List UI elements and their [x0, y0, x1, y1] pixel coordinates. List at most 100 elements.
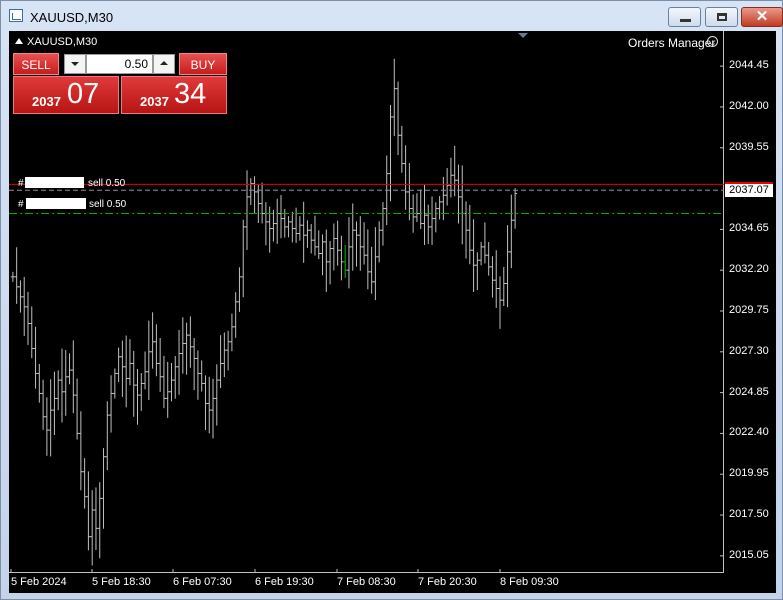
- ohlc-bar: [248, 178, 253, 206]
- ohlc-bar: [456, 164, 461, 224]
- ohlc-bar: [173, 356, 178, 399]
- ohlc-bar: [33, 326, 38, 389]
- ohlc-bar: [188, 316, 193, 368]
- ohlc-bar: [335, 220, 340, 266]
- ohlc-bar: [22, 276, 27, 337]
- ohlc-bar: [52, 371, 57, 436]
- ohlc-bar: [101, 448, 106, 529]
- time-axis-label: 7 Feb 08:30: [337, 576, 396, 588]
- ohlc-bar: [203, 375, 208, 431]
- ohlc-bar: [263, 202, 268, 246]
- smiley-icon: [707, 36, 718, 47]
- window-title: XAUUSD,M30: [30, 10, 114, 25]
- time-axis-label: 6 Feb 19:30: [255, 576, 314, 588]
- triangle-up-icon: [15, 38, 23, 44]
- price-axis-label: 2044.45: [729, 59, 769, 72]
- ohlc-bar: [430, 196, 435, 245]
- ohlc-bar: [388, 104, 393, 202]
- ohlc-bar: [312, 215, 317, 256]
- sell-button[interactable]: SELL: [13, 53, 59, 75]
- ohlc-bar: [509, 194, 514, 269]
- buy-button[interactable]: BUY: [179, 53, 227, 75]
- ohlc-bar: [116, 347, 121, 383]
- ohlc-bar: [479, 241, 484, 266]
- order-2-label[interactable]: sell 0.50: [89, 199, 126, 210]
- ohlc-bar: [59, 348, 64, 423]
- order-2-ticket-redacted: [26, 198, 86, 209]
- ohlc-bar: [513, 188, 518, 229]
- ask-price-pips: 34: [174, 78, 207, 110]
- ohlc-bar: [460, 165, 465, 245]
- maximize-button[interactable]: [705, 7, 738, 27]
- ohlc-bar: [237, 267, 242, 312]
- lot-increase-button[interactable]: [153, 54, 175, 74]
- ohlc-bar: [56, 370, 61, 411]
- ohlc-bar: [399, 125, 404, 173]
- ohlc-bar: [369, 246, 374, 294]
- price-axis-label: 2029.75: [729, 303, 769, 316]
- ohlc-bar: [207, 376, 212, 434]
- close-button[interactable]: ✕: [741, 7, 783, 27]
- lot-decrease-button[interactable]: [64, 54, 86, 74]
- ohlc-bar: [380, 202, 385, 246]
- price-axis-label: 2039.55: [729, 140, 769, 153]
- price-axis-label: 2017.50: [729, 508, 769, 521]
- ohlc-bar: [482, 222, 487, 264]
- ohlc-bar: [146, 320, 151, 400]
- ohlc-bar: [316, 230, 321, 260]
- ohlc-bar: [218, 335, 223, 389]
- symbol-text: XAUUSD,M30: [27, 36, 98, 48]
- ohlc-bar: [437, 196, 442, 220]
- ohlc-bar: [75, 378, 80, 440]
- order-1-label[interactable]: sell 0.50: [88, 178, 125, 189]
- ohlc-bar: [278, 195, 283, 239]
- ohlc-bar: [120, 340, 125, 397]
- ohlc-bar: [199, 360, 204, 392]
- price-axis-label: 2022.40: [729, 426, 769, 439]
- ohlc-bar: [301, 201, 306, 263]
- ohlc-bar: [475, 252, 480, 291]
- ohlc-bar: [373, 227, 378, 301]
- ohlc-bar: [86, 471, 91, 551]
- title-bar[interactable]: XAUUSD,M30 ✕: [1, 1, 783, 31]
- chart-shift-marker-icon[interactable]: [518, 33, 528, 38]
- ohlc-bar: [346, 217, 351, 289]
- ohlc-bar: [44, 397, 49, 456]
- current-price-tag: 2037.07: [725, 182, 773, 198]
- ohlc-bar: [29, 306, 34, 359]
- ohlc-bar: [331, 223, 336, 271]
- one-click-trading-panel: SELL 0.50 BUY 2037 07 2037 34: [13, 53, 227, 114]
- ohlc-bar: [271, 209, 276, 242]
- ohlc-bar: [422, 185, 427, 245]
- ask-price-box[interactable]: 2037 34: [121, 76, 227, 114]
- ohlc-bar: [97, 482, 102, 559]
- ohlc-bar: [48, 379, 53, 457]
- ohlc-bar: [448, 157, 453, 198]
- time-axis-label: 7 Feb 20:30: [418, 576, 477, 588]
- price-axis-label: 2032.20: [729, 263, 769, 276]
- ohlc-bar: [328, 241, 333, 285]
- ohlc-bar: [252, 176, 257, 214]
- ohlc-bar: [343, 245, 348, 279]
- ohlc-bar: [192, 338, 197, 391]
- ohlc-bar: [294, 207, 299, 243]
- bid-price-box[interactable]: 2037 07: [13, 76, 119, 114]
- ohlc-bar: [490, 256, 495, 298]
- ohlc-bar: [143, 351, 148, 390]
- lot-size-input[interactable]: 0.50: [86, 54, 153, 74]
- orders-manager-label[interactable]: Orders Manager: [628, 36, 715, 50]
- ohlc-bar: [229, 313, 234, 352]
- ohlc-bar: [14, 247, 19, 304]
- ohlc-bar: [501, 266, 506, 306]
- ohlc-bar: [275, 198, 280, 244]
- chart-area[interactable]: XAUUSD,M30 Orders Manager SELL 0.50 BUY …: [9, 31, 776, 593]
- ohlc-bar: [414, 193, 419, 223]
- minimize-button[interactable]: [668, 7, 701, 27]
- ohlc-bar: [377, 221, 382, 263]
- arrow-up-icon: [160, 61, 168, 65]
- ohlc-bar: [486, 242, 491, 276]
- ohlc-bar: [471, 219, 476, 292]
- ohlc-bar: [297, 216, 302, 241]
- ohlc-bar: [339, 235, 344, 281]
- ohlc-bar: [214, 364, 219, 426]
